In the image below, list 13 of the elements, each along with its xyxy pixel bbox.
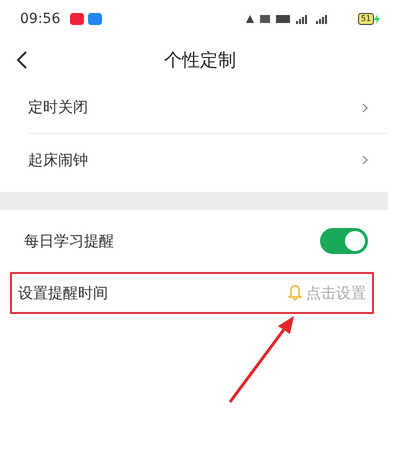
settings-row[interactable]: 起床闹钟 xyxy=(28,134,388,186)
toggle-switch[interactable] xyxy=(320,228,368,254)
chevron-right-icon xyxy=(362,155,368,165)
battery-icon: 51 xyxy=(358,13,374,25)
reminder-time-row[interactable]: 设置提醒时间 点击设置 xyxy=(10,272,374,314)
app-notification-icon xyxy=(70,13,84,25)
status-time: 09:56 xyxy=(20,10,60,28)
bell-icon xyxy=(288,285,302,301)
back-icon[interactable] xyxy=(16,50,28,70)
settings-row[interactable]: 定时关闭 xyxy=(28,82,388,134)
reminder-label: 每日学习提醒 xyxy=(24,230,115,252)
chevron-right-icon xyxy=(362,102,368,112)
page-title: 个性定制 xyxy=(164,48,236,72)
